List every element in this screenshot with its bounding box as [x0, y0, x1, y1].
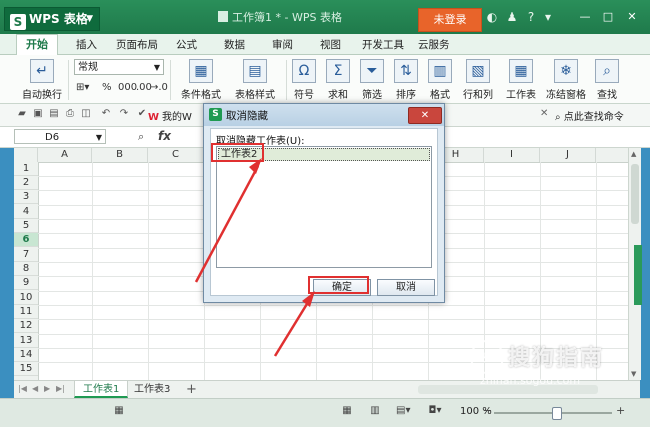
arrow-to-ok-button [273, 298, 312, 357]
arrowhead-icon [302, 291, 315, 307]
paw-logo-icon: ❀ [470, 340, 504, 374]
arrow-to-list-item [194, 165, 260, 283]
watermark: ❀ 搜狗指南 zhinan.sogou.com [470, 336, 630, 387]
watermark-text: 搜狗指南 [508, 346, 605, 371]
arrowhead-icon [249, 158, 262, 174]
watermark-url: zhinan.sogou.com [480, 374, 581, 387]
